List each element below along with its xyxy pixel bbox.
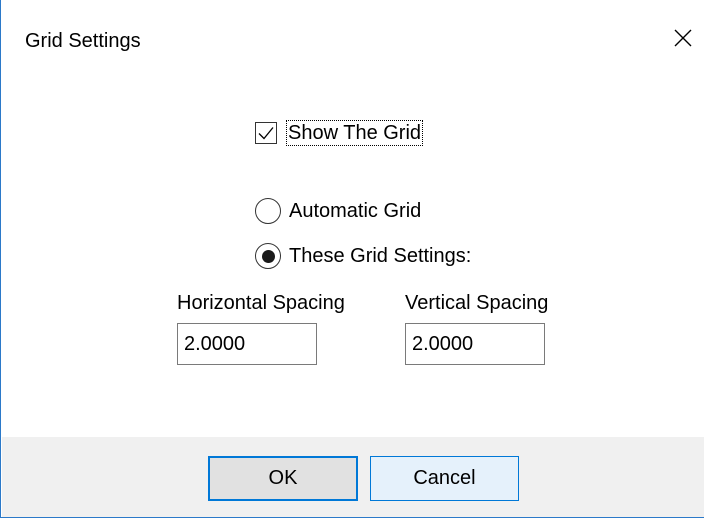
these-grid-settings-label: These Grid Settings:	[289, 245, 472, 267]
close-icon	[674, 29, 692, 52]
vertical-spacing-label: Vertical Spacing	[405, 292, 549, 314]
show-grid-checkbox-row[interactable]: Show The Grid	[255, 118, 424, 148]
show-grid-checkbox[interactable]	[255, 122, 277, 144]
horizontal-spacing-input[interactable]	[177, 323, 317, 365]
close-button[interactable]	[663, 20, 703, 60]
vertical-spacing-input[interactable]	[405, 323, 545, 365]
automatic-grid-label: Automatic Grid	[289, 200, 422, 222]
grid-settings-dialog: Grid Settings Show The Grid Automatic Gr…	[0, 0, 704, 518]
cancel-button[interactable]: Cancel	[370, 456, 519, 501]
automatic-grid-radio-row[interactable]: Automatic Grid	[255, 196, 421, 226]
these-grid-settings-radio[interactable]	[255, 243, 281, 269]
checkmark-icon	[258, 127, 274, 140]
dialog-title: Grid Settings	[25, 30, 141, 52]
radio-selected-dot	[261, 249, 275, 263]
horizontal-spacing-label: Horizontal Spacing	[177, 292, 345, 314]
automatic-grid-radio[interactable]	[255, 198, 281, 224]
these-grid-settings-radio-row[interactable]: These Grid Settings:	[255, 241, 471, 271]
show-grid-label: Show The Grid	[286, 120, 424, 146]
ok-button[interactable]: OK	[208, 456, 358, 501]
